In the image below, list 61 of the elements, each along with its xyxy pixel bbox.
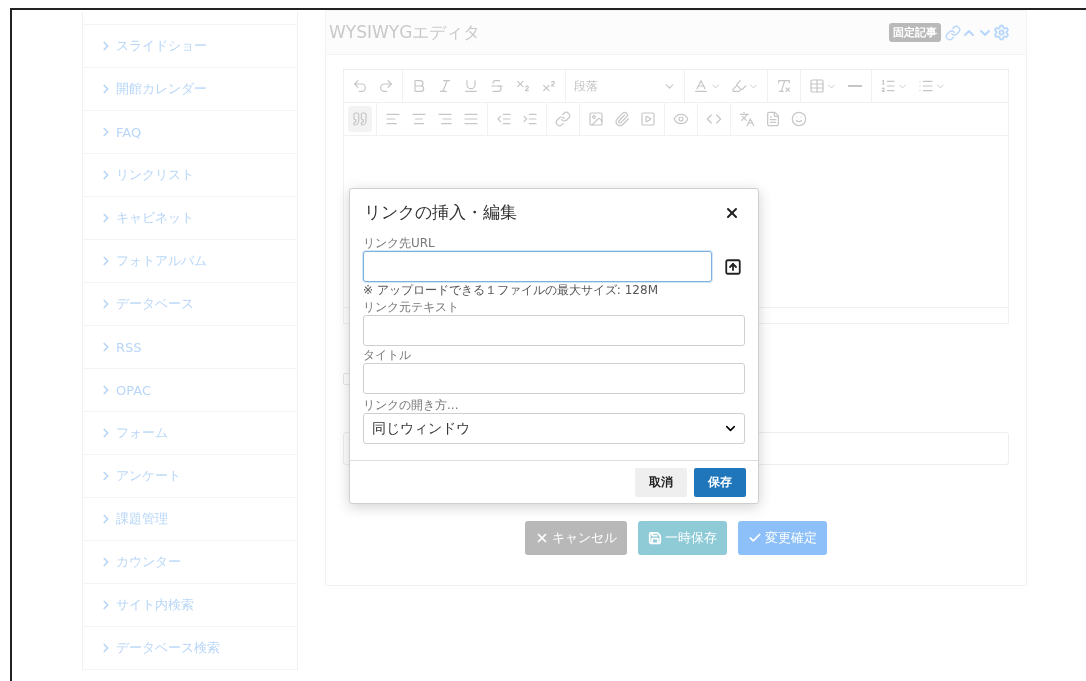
quote-button[interactable] — [348, 106, 372, 132]
field-label: リンク先URL — [363, 235, 436, 251]
video-icon — [640, 111, 656, 127]
align-right-icon — [437, 111, 453, 127]
code-icon — [706, 111, 722, 127]
eye-icon — [673, 111, 689, 127]
pinned-badge: 固定記事 — [889, 23, 941, 42]
outdent-icon — [496, 111, 512, 127]
link-icon — [555, 111, 571, 127]
field-label: タイトル — [363, 347, 412, 363]
sidebar-item[interactable]: リンクリスト — [83, 154, 297, 197]
align-center-icon — [411, 111, 427, 127]
strikethrough-icon — [489, 78, 505, 94]
confirm-button[interactable]: 変更確定 — [738, 521, 827, 555]
text-field[interactable] — [363, 315, 745, 346]
check-icon — [748, 531, 762, 545]
sidebar-item[interactable]: サイト内検索 — [83, 584, 297, 627]
sidebar-item[interactable]: 課題管理 — [83, 498, 297, 541]
table-icon — [809, 78, 825, 94]
quote-icon — [352, 111, 368, 127]
text-field[interactable] — [363, 363, 745, 394]
x-icon — [535, 531, 549, 545]
bullet-list-icon — [918, 78, 934, 94]
indent-icon — [522, 111, 538, 127]
sidebar-item[interactable]: FAQ — [83, 111, 297, 154]
target-dropdown[interactable]: 同じウィンドウ — [363, 413, 745, 444]
undo-icon — [352, 78, 368, 94]
field-label: リンク元テキスト — [363, 299, 460, 315]
highlighter-icon — [731, 78, 747, 94]
save-button[interactable]: 保存 — [694, 468, 746, 497]
sidebar-item[interactable]: OPAC — [83, 369, 297, 412]
image-icon — [588, 111, 604, 127]
clear-format-icon — [776, 78, 792, 94]
url-field[interactable] — [363, 251, 712, 282]
sidebar-item[interactable]: RSS — [83, 326, 297, 369]
numbered-list-icon — [880, 78, 896, 94]
link-icon[interactable] — [945, 24, 961, 41]
translate-icon — [739, 111, 755, 127]
smiley-icon — [791, 111, 807, 127]
upload-note: ※ アップロードできる１ファイルの最大サイズ: 128M — [363, 283, 659, 298]
italic-icon — [437, 78, 453, 94]
align-left-icon — [385, 111, 401, 127]
text-color-icon — [693, 78, 709, 94]
superscript-icon — [541, 78, 557, 94]
subscript-icon — [515, 78, 531, 94]
align-justify-icon — [463, 111, 479, 127]
redo-icon — [378, 78, 394, 94]
cancel-button[interactable]: キャンセル — [525, 521, 627, 555]
cancel-button[interactable]: 取消 — [635, 468, 687, 497]
bold-icon — [411, 78, 427, 94]
sidebar-item[interactable]: キャビネット — [83, 197, 297, 240]
settings-icon[interactable] — [993, 24, 1010, 41]
paperclip-icon — [614, 111, 630, 127]
sidebar-item[interactable]: フォトアルバム — [83, 240, 297, 283]
underline-icon — [463, 78, 479, 94]
field-label: リンクの開き方... — [363, 397, 460, 413]
document-icon — [765, 111, 781, 127]
upload-icon[interactable] — [724, 257, 742, 276]
draft-save-button[interactable]: 一時保存 — [638, 521, 727, 555]
horizontal-line-icon — [848, 85, 862, 87]
dialog-title: リンクの挿入・編集 — [364, 201, 517, 224]
